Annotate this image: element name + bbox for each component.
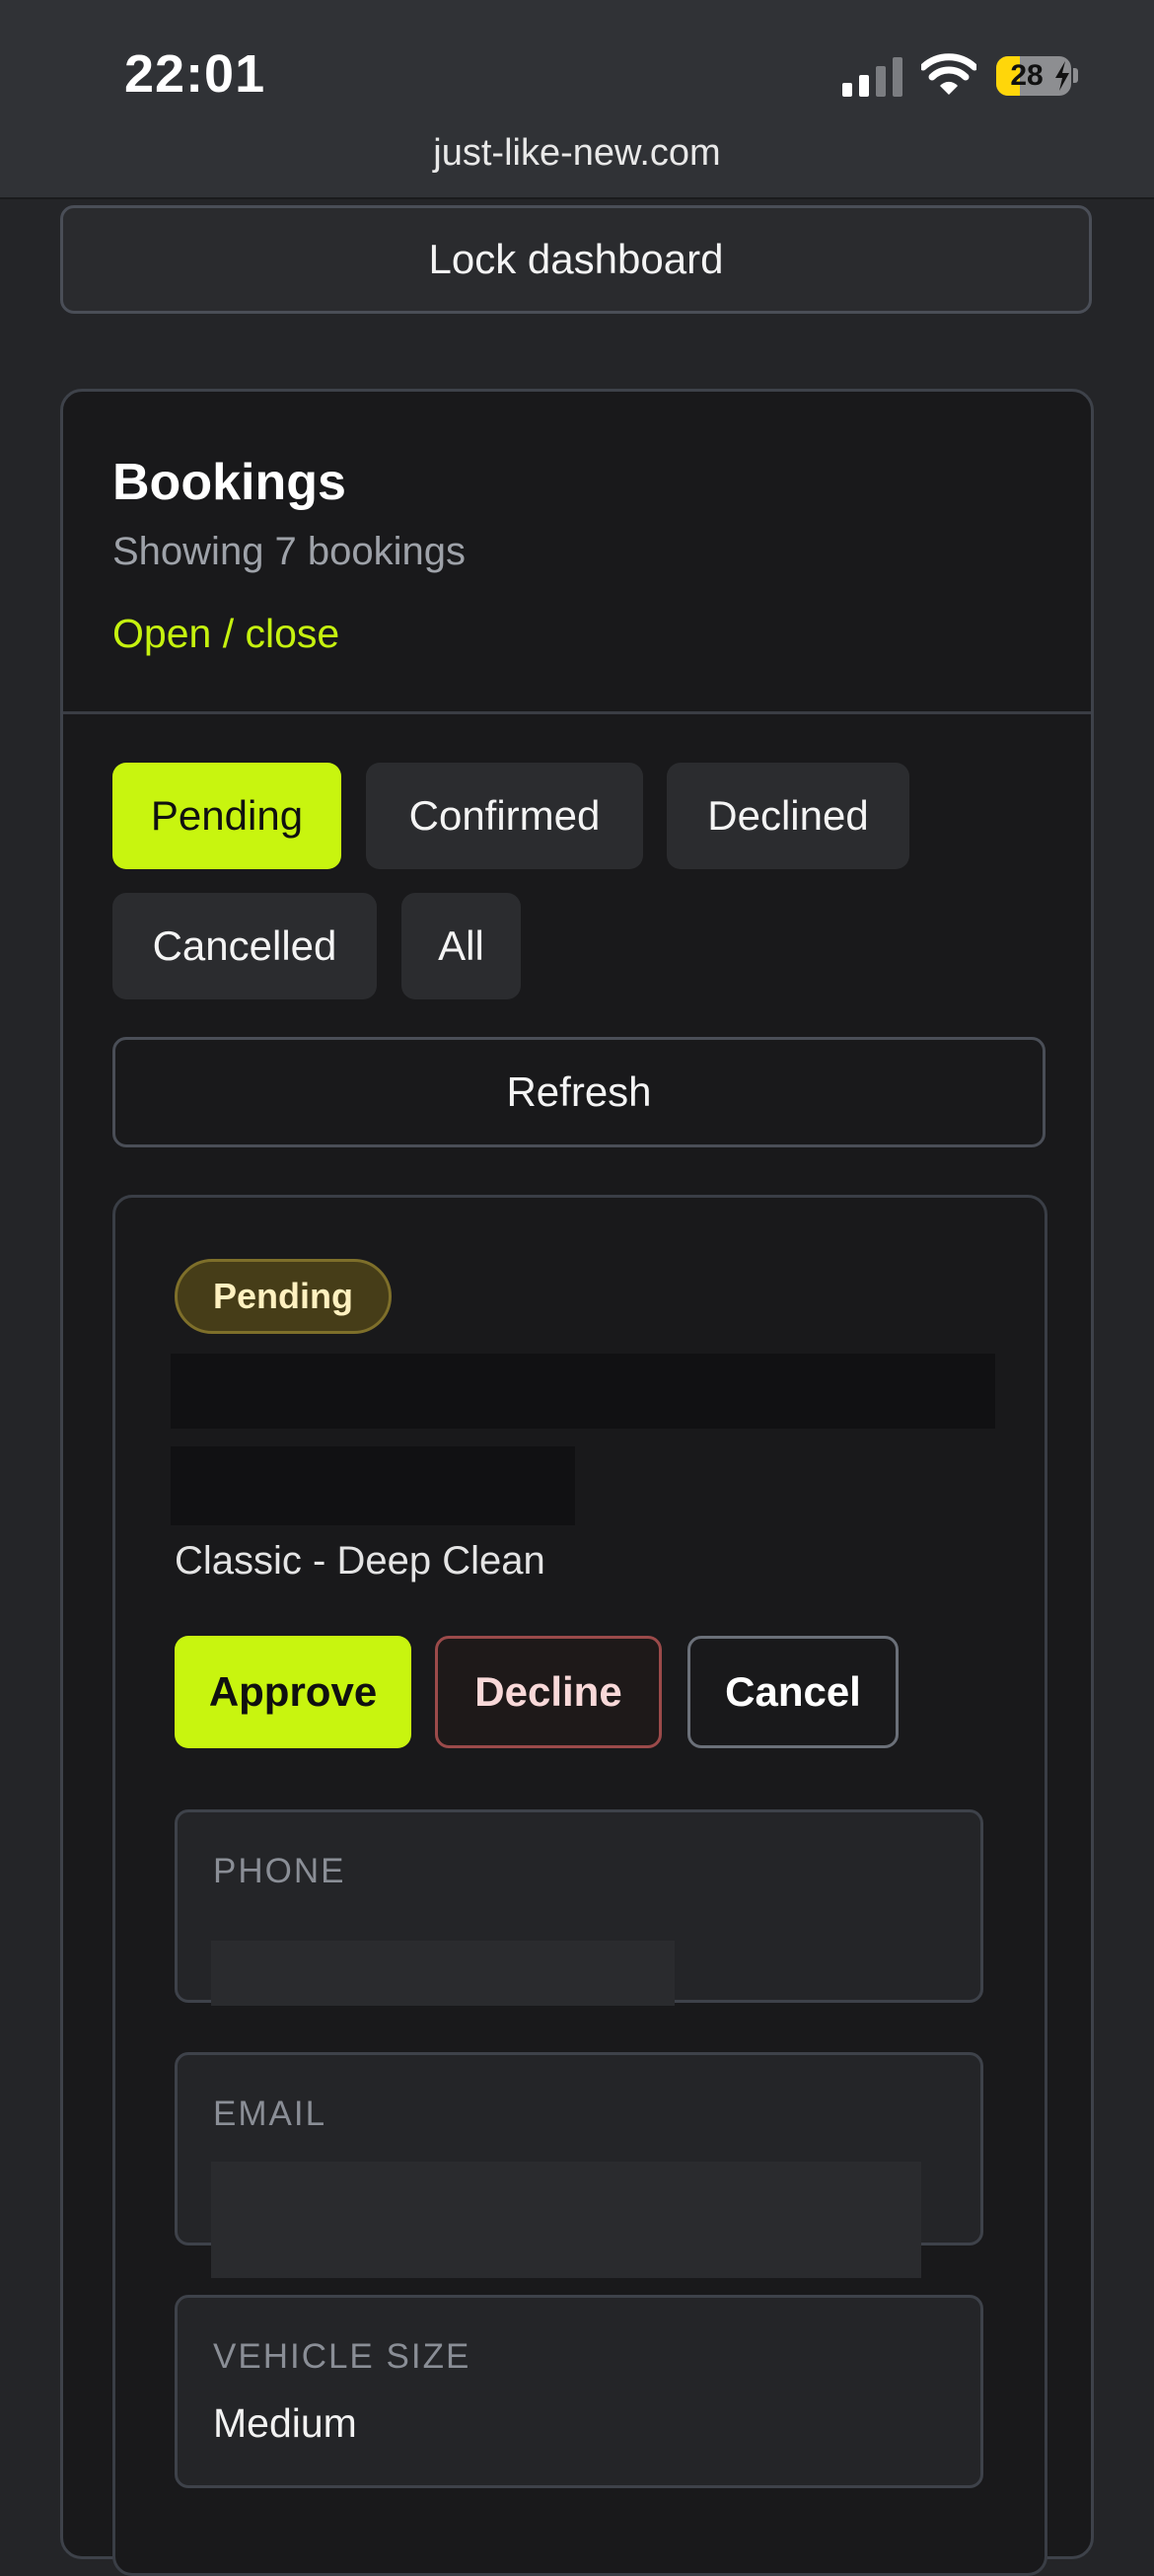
- refresh-button[interactable]: Refresh: [112, 1037, 1046, 1147]
- status-bar: 22:01 28 just-like-new.com: [0, 0, 1154, 199]
- address-bar-url[interactable]: just-like-new.com: [0, 132, 1154, 175]
- battery-cap: [1073, 68, 1078, 83]
- filter-declined[interactable]: Declined: [667, 763, 909, 869]
- email-label: EMAIL: [213, 2095, 327, 2133]
- booking-card: Pending Classic - Deep Clean Approve Dec…: [112, 1195, 1047, 2576]
- vehicle-size-field[interactable]: VEHICLE SIZE Medium: [175, 2295, 983, 2488]
- service-name: Classic - Deep Clean: [175, 1539, 545, 1582]
- filter-cancelled[interactable]: Cancelled: [112, 893, 377, 999]
- filter-confirmed[interactable]: Confirmed: [366, 763, 643, 869]
- phone-label: PHONE: [213, 1852, 346, 1890]
- filter-all[interactable]: All: [401, 893, 521, 999]
- phone-field[interactable]: PHONE: [175, 1809, 983, 2006]
- filter-pending[interactable]: Pending: [112, 763, 341, 869]
- lock-dashboard-button[interactable]: Lock dashboard: [60, 205, 1092, 314]
- bookings-panel: Bookings Showing 7 bookings Open / close…: [60, 389, 1094, 2576]
- vehicle-size-value: Medium: [213, 2400, 357, 2446]
- decline-button[interactable]: Decline: [435, 1636, 662, 1748]
- redacted-customer-name: [171, 1354, 995, 1429]
- wifi-icon: [921, 53, 976, 95]
- signal-icon: [842, 57, 902, 97]
- open-close-toggle[interactable]: Open / close: [112, 611, 339, 657]
- bookings-count: Showing 7 bookings: [112, 530, 467, 573]
- redacted-booking-date: [171, 1446, 575, 1525]
- bookings-title: Bookings: [112, 454, 346, 511]
- status-badge: Pending: [175, 1259, 392, 1334]
- charging-bolt-icon: [1055, 61, 1069, 91]
- status-time: 22:01: [124, 44, 266, 104]
- redacted-phone: [211, 1941, 675, 2006]
- vehicle-size-label: VEHICLE SIZE: [213, 2337, 471, 2376]
- cancel-button[interactable]: Cancel: [687, 1636, 899, 1748]
- email-field[interactable]: EMAIL: [175, 2052, 983, 2278]
- approve-button[interactable]: Approve: [175, 1636, 411, 1748]
- redacted-email: [211, 2162, 921, 2278]
- panel-divider: [63, 711, 1091, 714]
